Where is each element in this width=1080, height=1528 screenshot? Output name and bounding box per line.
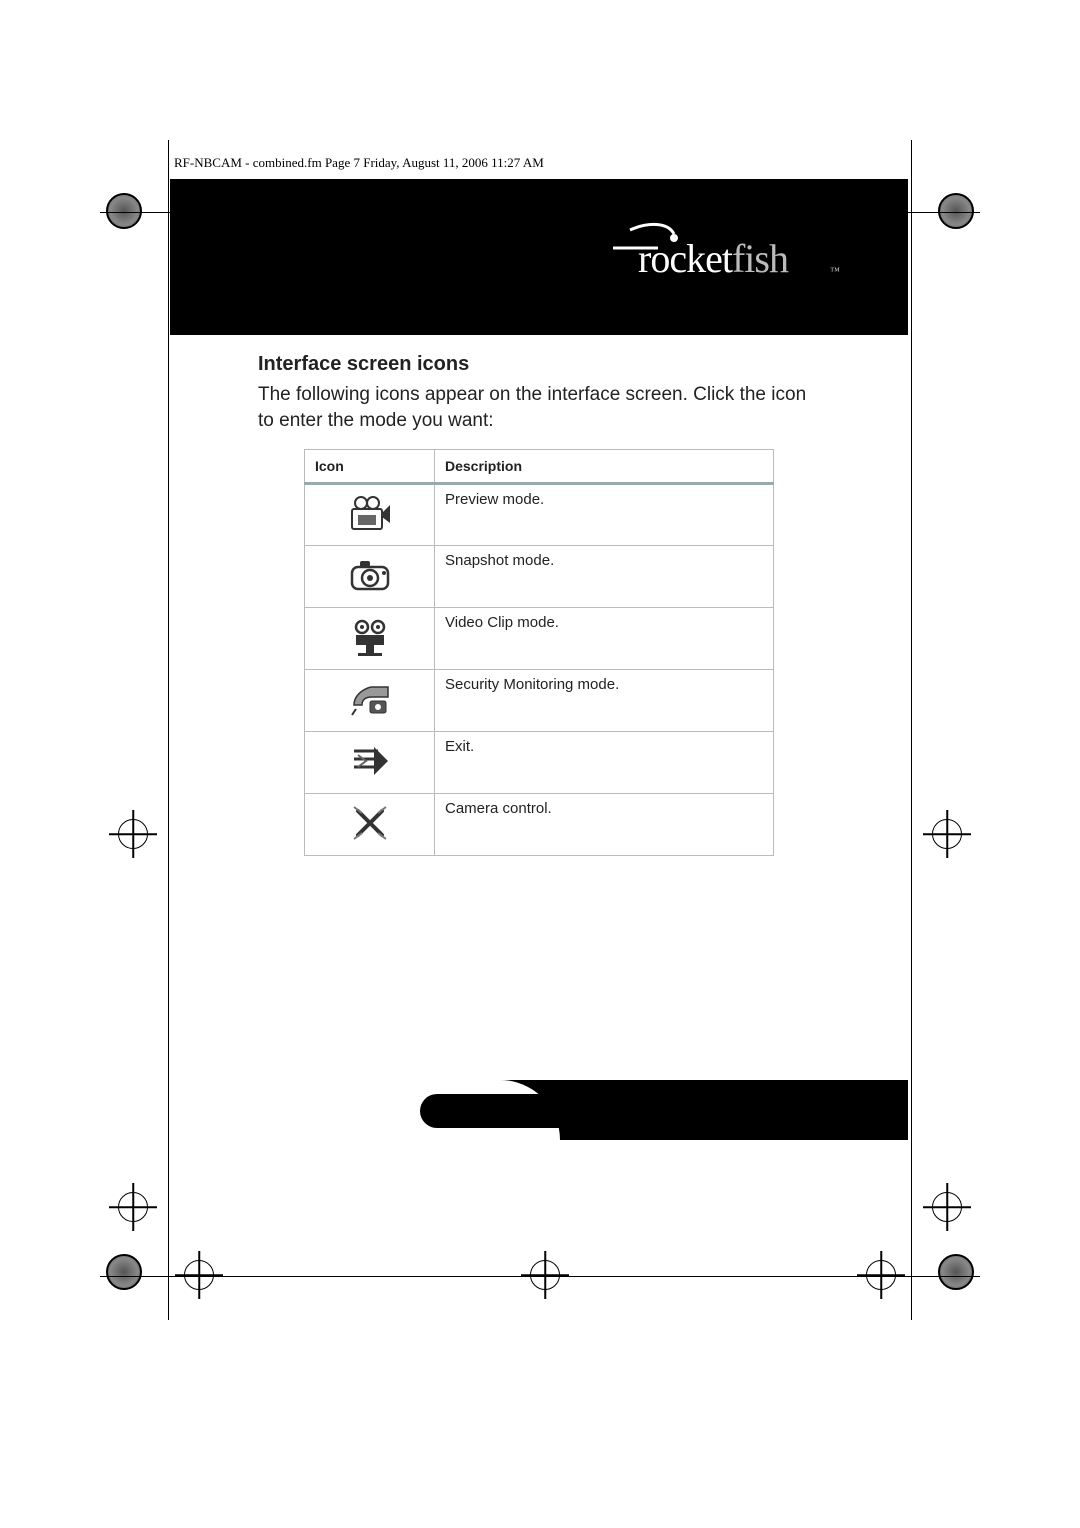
footer-model: RF-NBCAM xyxy=(648,1088,813,1122)
th-desc: Description xyxy=(435,450,774,484)
cell-desc: Exit. xyxy=(435,732,774,794)
video-clip-mode-icon xyxy=(305,608,435,670)
th-icon: Icon xyxy=(305,450,435,484)
section-title: Interface screen icons xyxy=(258,353,820,376)
exit-icon xyxy=(305,732,435,794)
cross-mark-icon xyxy=(184,1260,214,1290)
cross-mark-icon xyxy=(118,819,148,849)
table-row: Camera control. xyxy=(305,794,774,856)
cell-desc: Security Monitoring mode. xyxy=(435,670,774,732)
footer-cutout xyxy=(170,1080,560,1140)
cross-mark-icon xyxy=(530,1260,560,1290)
page-footer: RF-NBCAM 7 xyxy=(170,1080,908,1140)
icon-table: Icon Description Preview xyxy=(304,449,774,856)
camera-control-icon xyxy=(305,794,435,856)
cross-mark-icon xyxy=(932,1192,962,1222)
page-body: Interface screen icons The following ico… xyxy=(170,335,908,856)
page-frame: RF-NBCAM - combined.fm Page 7 Friday, Au… xyxy=(170,155,908,1205)
crop-line xyxy=(100,1276,980,1277)
svg-text:™: ™ xyxy=(830,266,840,277)
header-black-bar: rocketfish ™ xyxy=(170,180,908,335)
reg-mark-bottom-right-icon xyxy=(938,1254,974,1290)
cross-mark-icon xyxy=(118,1192,148,1222)
rocketfish-logo: rocketfish ™ xyxy=(608,216,848,286)
table-row: Preview mode. xyxy=(305,484,774,546)
crop-line xyxy=(911,140,912,1320)
table-row: Video Clip mode. xyxy=(305,608,774,670)
cell-desc: Preview mode. xyxy=(435,484,774,546)
intro-text: The following icons appear on the interf… xyxy=(258,382,820,433)
reg-mark-bottom-left-icon xyxy=(106,1254,142,1290)
preview-mode-icon xyxy=(305,484,435,546)
reg-mark-top-left-icon xyxy=(106,193,142,229)
cell-desc: Video Clip mode. xyxy=(435,608,774,670)
cross-mark-icon xyxy=(932,819,962,849)
crop-line xyxy=(168,140,169,1320)
table-row: Snapshot mode. xyxy=(305,546,774,608)
table-row: Exit. xyxy=(305,732,774,794)
security-monitoring-mode-icon xyxy=(305,670,435,732)
cell-desc: Snapshot mode. xyxy=(435,546,774,608)
footer-page-number: 7 xyxy=(853,1088,868,1122)
table-row: Security Monitoring mode. xyxy=(305,670,774,732)
snapshot-mode-icon xyxy=(305,546,435,608)
cross-mark-icon xyxy=(866,1260,896,1290)
doc-header-text: RF-NBCAM - combined.fm Page 7 Friday, Au… xyxy=(170,155,908,171)
cell-desc: Camera control. xyxy=(435,794,774,856)
reg-mark-top-right-icon xyxy=(938,193,974,229)
svg-text:rocketfish: rocketfish xyxy=(638,236,789,281)
table-header-row: Icon Description xyxy=(305,450,774,484)
rocketfish-logo-icon: rocketfish ™ xyxy=(608,216,848,286)
